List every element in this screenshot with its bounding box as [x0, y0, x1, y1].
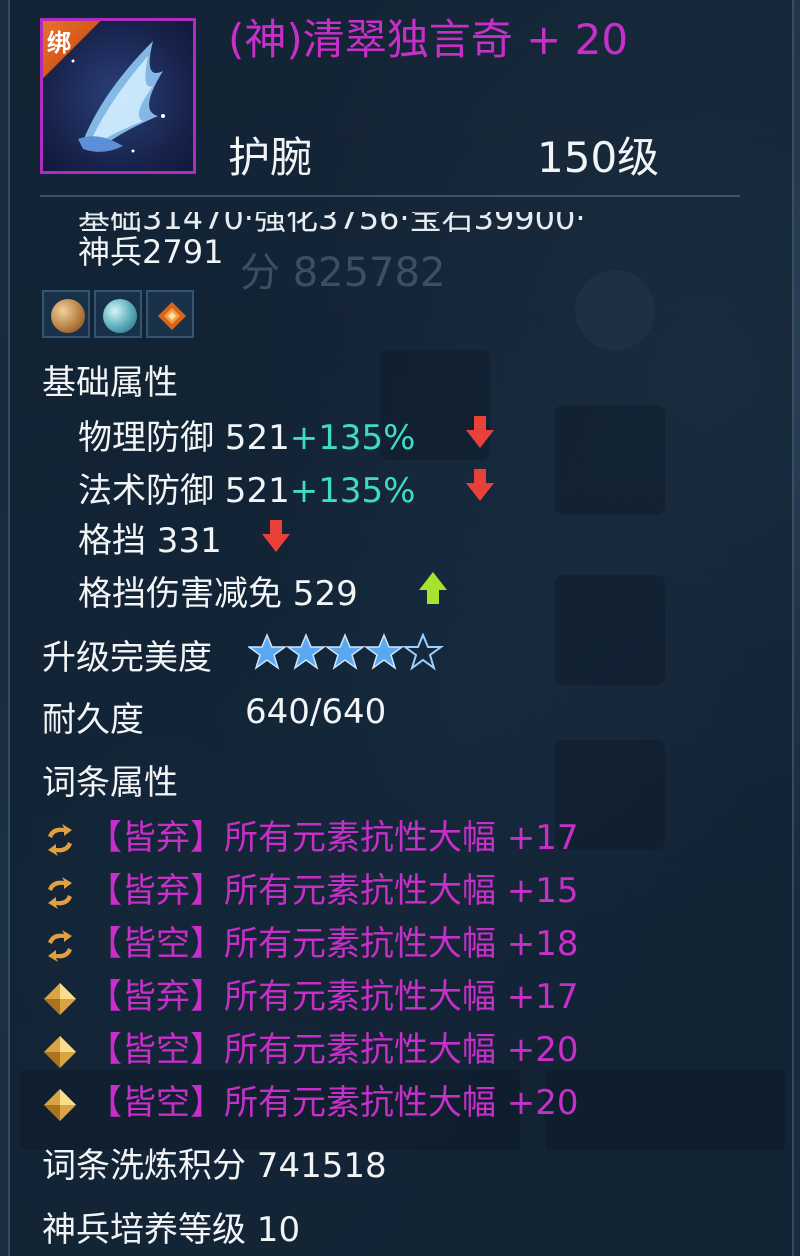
affix-text: 【皆弃】所有元素抗性大幅 +15: [88, 871, 579, 911]
affix-row: 【皆弃】所有元素抗性大幅 +17: [42, 969, 579, 1018]
score-breakdown: 基础31470·强化3756·宝石39900· 神兵2791: [78, 212, 678, 270]
durability-label: 耐久度: [42, 700, 144, 740]
up-arrow-icon: [419, 572, 447, 604]
gold-diamond-icon: [44, 1035, 76, 1068]
stat-label: 物理防御 521: [78, 418, 290, 458]
affix-text: 【皆弃】所有元素抗性大幅 +17: [88, 818, 579, 858]
star-filled-icon: [248, 633, 288, 670]
affix-row: 【皆弃】所有元素抗性大幅 +17: [42, 810, 579, 859]
durability-value: 640/640: [245, 692, 387, 732]
stat-label: 格挡 331: [78, 521, 222, 561]
stat-block-damage-reduction: 格挡伤害减免 529: [78, 566, 358, 615]
gold-diamond-icon: [44, 982, 76, 1015]
teal-orb-gem-icon: [103, 299, 137, 333]
perfection-label: 升级完美度: [42, 638, 212, 678]
item-name: (神)清翠独言奇 + 20: [228, 15, 629, 64]
star-filled-icon: [285, 633, 327, 670]
stat-physical-defense: 物理防御 521+135%: [78, 410, 415, 459]
stat-label: 法术防御 521: [78, 471, 290, 511]
affix-refine-score: 词条洗炼积分 741518: [42, 1146, 387, 1186]
header-divider: [40, 195, 740, 197]
basic-attributes-header: 基础属性: [42, 363, 178, 403]
gold-diamond-icon: [44, 1088, 76, 1121]
affix-text: 【皆弃】所有元素抗性大幅 +17: [88, 977, 579, 1017]
affix-row: 【皆空】所有元素抗性大幅 +20: [42, 1075, 579, 1124]
gem-socket[interactable]: [146, 290, 194, 338]
bind-badge-label: 绑: [47, 29, 71, 57]
star-empty-icon: [401, 633, 445, 671]
refresh-swirl-icon: [48, 929, 72, 962]
score-breakdown-line2: 神兵2791: [78, 233, 224, 271]
down-arrow-icon: [262, 520, 290, 552]
amber-diamond-gem-icon: [158, 302, 186, 330]
gem-socket[interactable]: [42, 290, 90, 338]
refresh-swirl-icon: [48, 876, 72, 909]
stat-block: 格挡 331: [78, 513, 222, 562]
divine-weapon-level: 神兵培养等级 10: [42, 1210, 301, 1250]
affix-text: 【皆空】所有元素抗性大幅 +18: [88, 924, 579, 964]
affix-row: 【皆弃】所有元素抗性大幅 +15: [42, 863, 579, 912]
score-breakdown-line1: 基础31470·强化3756·宝石39900·: [78, 212, 586, 234]
perfection-stars: [248, 633, 445, 671]
affix-row: 【皆空】所有元素抗性大幅 +18: [42, 916, 579, 965]
bronze-orb-gem-icon: [51, 299, 85, 333]
affix-text: 【皆空】所有元素抗性大幅 +20: [88, 1030, 579, 1070]
affix-text: 【皆空】所有元素抗性大幅 +20: [88, 1083, 579, 1123]
stat-magic-defense: 法术防御 521+135%: [78, 463, 415, 512]
down-arrow-icon: [466, 416, 494, 448]
item-icon-frame: 绑: [40, 18, 196, 174]
down-arrow-icon: [466, 469, 494, 501]
gem-socket[interactable]: [94, 290, 142, 338]
star-filled-icon: [324, 633, 366, 670]
star-filled-icon: [363, 633, 405, 670]
refresh-swirl-icon: [48, 823, 72, 856]
stat-bonus: +135%: [289, 418, 416, 458]
stat-bonus: +135%: [289, 471, 416, 511]
item-slot: 护腕: [228, 133, 313, 182]
item-level: 150级: [537, 133, 660, 182]
stat-label: 格挡伤害减免 529: [78, 574, 358, 614]
affix-row: 【皆空】所有元素抗性大幅 +20: [42, 1022, 579, 1071]
affix-attributes-header: 词条属性: [42, 763, 178, 803]
